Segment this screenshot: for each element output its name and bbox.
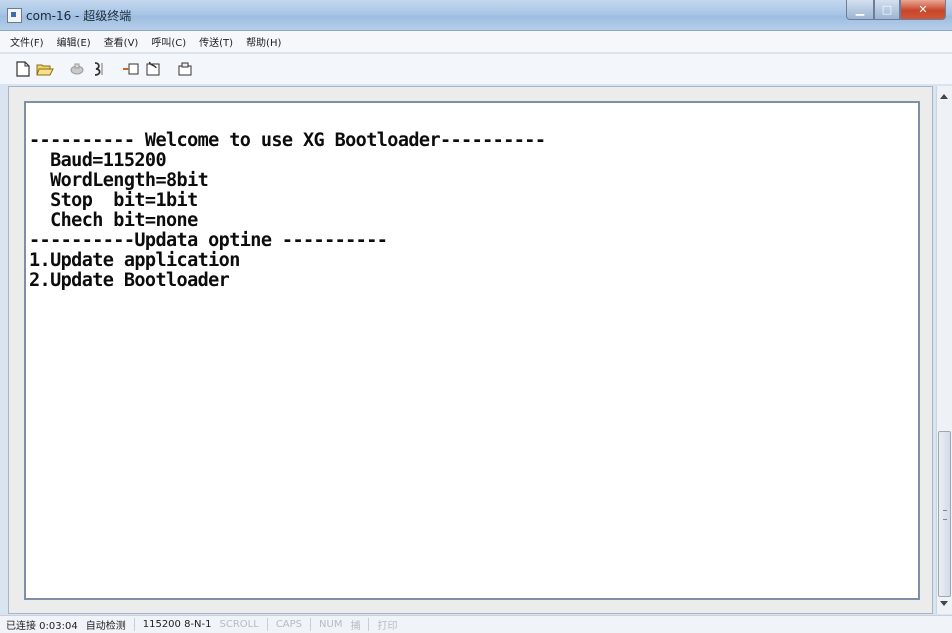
terminal-line: ----------Updata optine ---------- bbox=[29, 230, 388, 251]
capture-indicator: 捕 bbox=[350, 621, 361, 632]
terminal-frame: ---------- Welcome to use XG Bootloader-… bbox=[8, 86, 933, 614]
window-controls: ▁ □ ✕ bbox=[846, 0, 946, 20]
settings-icon[interactable] bbox=[176, 60, 194, 78]
toolbar bbox=[0, 54, 952, 84]
terminal-line: Baud=115200 bbox=[29, 150, 167, 171]
menu-call[interactable]: 呼叫(C) bbox=[151, 34, 186, 49]
status-divider bbox=[133, 618, 135, 631]
app-icon[interactable] bbox=[7, 8, 22, 23]
scroll-indicator: SCROLL bbox=[219, 619, 259, 630]
menu-edit[interactable]: 编辑(E) bbox=[57, 34, 91, 49]
terminal-line: 1.Update application bbox=[29, 250, 240, 271]
title-bar: com-16 - 超级终端 ▁ □ ✕ bbox=[0, 0, 952, 31]
num-indicator: NUM bbox=[319, 619, 343, 630]
new-icon[interactable] bbox=[14, 60, 32, 78]
terminal-output[interactable]: ---------- Welcome to use XG Bootloader-… bbox=[24, 101, 920, 600]
terminal-line: 2.Update Bootloader bbox=[29, 270, 230, 291]
window-title: com-16 - 超级终端 bbox=[26, 9, 132, 23]
menu-bar: 文件(F) 编辑(E) 查看(V) 呼叫(C) 传送(T) 帮助(H) bbox=[0, 31, 952, 53]
receive-icon[interactable] bbox=[144, 60, 162, 78]
disconnect-icon[interactable] bbox=[68, 60, 86, 78]
terminal-line: Chech bit=none bbox=[29, 210, 198, 231]
terminal-line: WordLength=8bit bbox=[29, 170, 209, 191]
print-indicator: 打印 bbox=[377, 621, 398, 632]
terminal-line: Stop bit=1bit bbox=[29, 190, 198, 211]
send-icon[interactable] bbox=[122, 60, 140, 78]
terminal-line: ---------- Welcome to use XG Bootloader-… bbox=[29, 130, 546, 151]
minimize-icon: ▁ bbox=[855, 3, 865, 16]
scroll-down-icon[interactable] bbox=[940, 601, 948, 606]
status-divider bbox=[310, 618, 312, 631]
scroll-up-icon[interactable] bbox=[940, 94, 948, 99]
menu-view[interactable]: 查看(V) bbox=[104, 34, 139, 49]
status-bar: 已连接 0:03:04 自动检测 115200 8-N-1 SCROLL CAP… bbox=[0, 615, 952, 633]
scroll-thumb[interactable] bbox=[938, 431, 951, 597]
close-icon: ✕ bbox=[918, 3, 928, 16]
vertical-scrollbar[interactable] bbox=[936, 86, 952, 614]
menu-transfer[interactable]: 传送(T) bbox=[199, 34, 233, 49]
status-divider bbox=[266, 618, 268, 631]
open-icon[interactable] bbox=[36, 60, 54, 78]
menu-file[interactable]: 文件(F) bbox=[10, 34, 44, 49]
detect-status: 自动检测 bbox=[85, 621, 126, 632]
caps-indicator: CAPS bbox=[275, 619, 303, 630]
port-settings: 115200 8-N-1 bbox=[142, 619, 212, 630]
maximize-button[interactable]: □ bbox=[874, 0, 900, 20]
close-button[interactable]: ✕ bbox=[900, 0, 946, 20]
connection-status: 已连接 0:03:04 bbox=[6, 621, 78, 632]
minimize-button[interactable]: ▁ bbox=[846, 0, 874, 20]
maximize-icon: □ bbox=[881, 3, 893, 16]
status-divider bbox=[368, 618, 370, 631]
properties-icon[interactable] bbox=[90, 60, 108, 78]
menu-help[interactable]: 帮助(H) bbox=[246, 34, 281, 49]
